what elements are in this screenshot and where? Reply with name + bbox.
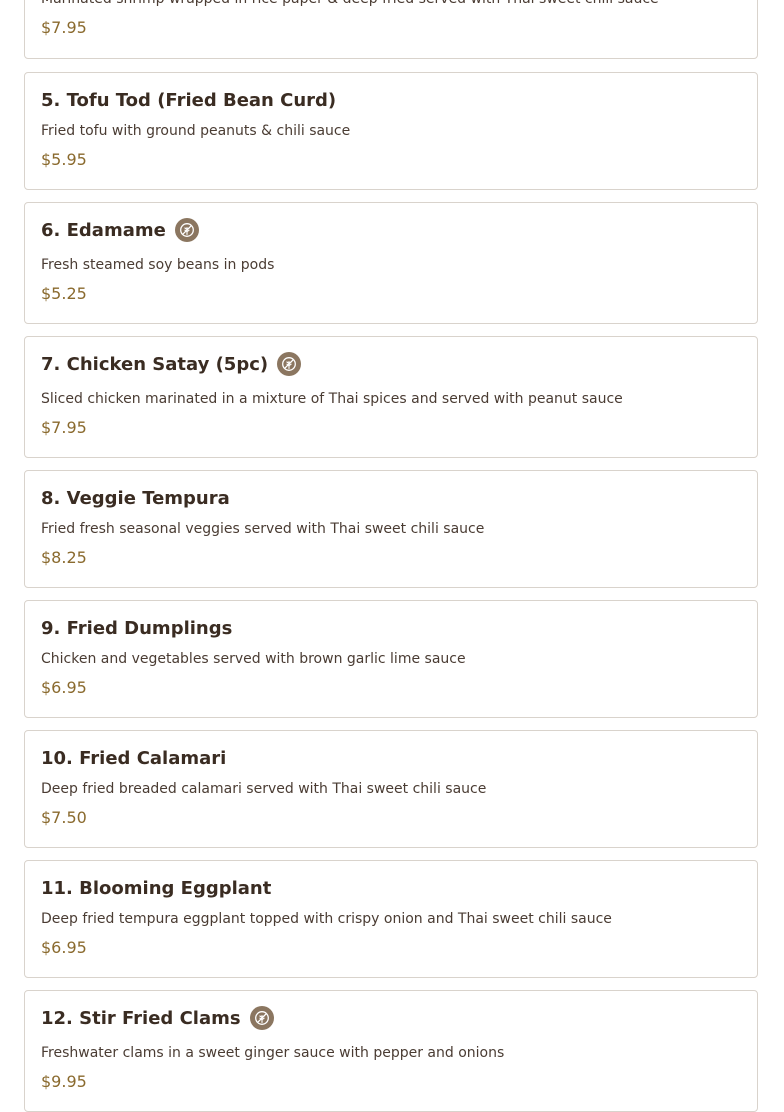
menu-item-title: 6. Edamame [41, 219, 166, 241]
menu-item-price: $6.95 [41, 938, 87, 957]
menu-item-price: $7.95 [41, 418, 87, 437]
menu-item-price: $5.25 [41, 284, 87, 303]
menu-item-card[interactable]: 11. Blooming Eggplant Deep fried tempura… [24, 860, 758, 978]
menu-item-description: Fried fresh seasonal veggies served with… [41, 521, 485, 537]
menu-item-price: $5.95 [41, 150, 87, 169]
menu-item-title: 11. Blooming Eggplant [41, 877, 272, 899]
menu-item-card[interactable]: 6. Edamame Fresh steamed soy beans in po… [24, 202, 758, 324]
menu-item-price: $7.95 [41, 18, 87, 37]
menu-item-description: Fresh steamed soy beans in pods [41, 257, 275, 273]
menu-item-title-row: 6. Edamame [41, 218, 741, 242]
menu-item-description: Fried tofu with ground peanuts & chili s… [41, 123, 351, 139]
menu-item-title-row: 9. Fried Dumplings [41, 617, 741, 639]
menu-item-title: 8. Veggie Tempura [41, 487, 230, 509]
gluten-free-icon [174, 218, 199, 242]
menu-item-card[interactable]: 10. Fried Calamari Deep fried breaded ca… [24, 730, 758, 848]
menu-item-description: Chicken and vegetables served with brown… [41, 651, 466, 667]
menu-item-title-row: 7. Chicken Satay (5pc) [41, 352, 741, 376]
menu-item-card[interactable]: 8. Veggie Tempura Fried fresh seasonal v… [24, 470, 758, 588]
menu-item-description: Deep fried breaded calamari served with … [41, 781, 487, 797]
gluten-free-icon [277, 352, 302, 376]
menu-item-title-row: 12. Stir Fried Clams [41, 1006, 741, 1030]
menu-item-title: 5. Tofu Tod (Fried Bean Curd) [41, 89, 337, 111]
menu-item-title: 9. Fried Dumplings [41, 617, 233, 639]
menu-item-card[interactable]: 5. Tofu Tod (Fried Bean Curd) Fried tofu… [24, 72, 758, 190]
menu-item-card[interactable]: 12. Stir Fried Clams Freshwater clams in… [24, 990, 758, 1112]
menu-item-price: $7.50 [41, 808, 87, 827]
menu-item-price: $9.95 [41, 1072, 87, 1091]
menu-item-price: $8.25 [41, 548, 87, 567]
menu-item-title: 7. Chicken Satay (5pc) [41, 353, 269, 375]
menu-item-description: Deep fried tempura eggplant topped with … [41, 911, 612, 927]
gluten-free-icon [249, 1006, 274, 1030]
menu-item-description: Marinated shrimp wrapped in rice paper &… [41, 0, 741, 8]
menu-list: Marinated shrimp wrapped in rice paper &… [0, 0, 784, 1112]
menu-item-card[interactable]: Marinated shrimp wrapped in rice paper &… [24, 0, 758, 59]
menu-item-title-row: 10. Fried Calamari [41, 747, 741, 769]
menu-item-title-row: 5. Tofu Tod (Fried Bean Curd) [41, 89, 741, 111]
menu-item-description: Freshwater clams in a sweet ginger sauce… [41, 1045, 505, 1061]
menu-item-title-row: 11. Blooming Eggplant [41, 877, 741, 899]
menu-item-title: 10. Fried Calamari [41, 747, 227, 769]
menu-item-description: Sliced chicken marinated in a mixture of… [41, 391, 623, 407]
menu-item-price: $6.95 [41, 678, 87, 697]
menu-item-title-row: 8. Veggie Tempura [41, 487, 741, 509]
menu-item-title: 12. Stir Fried Clams [41, 1007, 241, 1029]
menu-item-card[interactable]: 9. Fried Dumplings Chicken and vegetable… [24, 600, 758, 718]
menu-item-card[interactable]: 7. Chicken Satay (5pc) Sliced chicken ma… [24, 336, 758, 458]
